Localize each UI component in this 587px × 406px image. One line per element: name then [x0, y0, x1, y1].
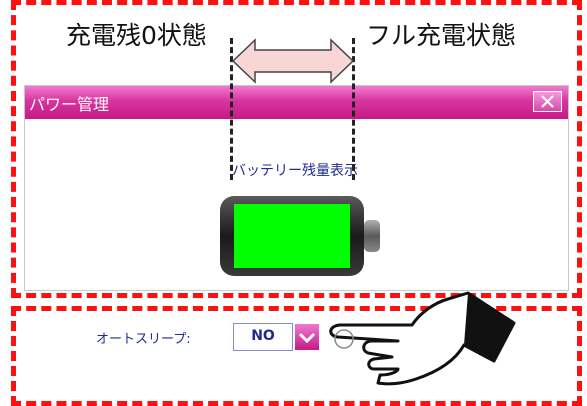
- empty-state-label: 充電残0状態: [66, 21, 207, 50]
- range-arrow-icon: [231, 38, 355, 84]
- close-icon: [541, 95, 554, 108]
- auto-sleep-value: NO: [251, 328, 275, 344]
- title-bar: パワー管理: [25, 86, 568, 119]
- battery-terminal: [364, 220, 380, 252]
- window-title: パワー管理: [29, 95, 110, 114]
- close-button[interactable]: [533, 91, 562, 112]
- battery-icon: [220, 196, 380, 276]
- pointing-hand-icon: [329, 291, 516, 386]
- full-state-label: フル充電状態: [366, 21, 517, 50]
- battery-fill: [234, 204, 350, 268]
- auto-sleep-dropdown-button[interactable]: [295, 324, 319, 350]
- chevron-down-icon: [298, 332, 316, 344]
- auto-sleep-select[interactable]: NO: [233, 323, 293, 351]
- auto-sleep-label: オートスリープ:: [96, 332, 191, 347]
- battery-level-label: バッテリー残量表示: [232, 163, 358, 179]
